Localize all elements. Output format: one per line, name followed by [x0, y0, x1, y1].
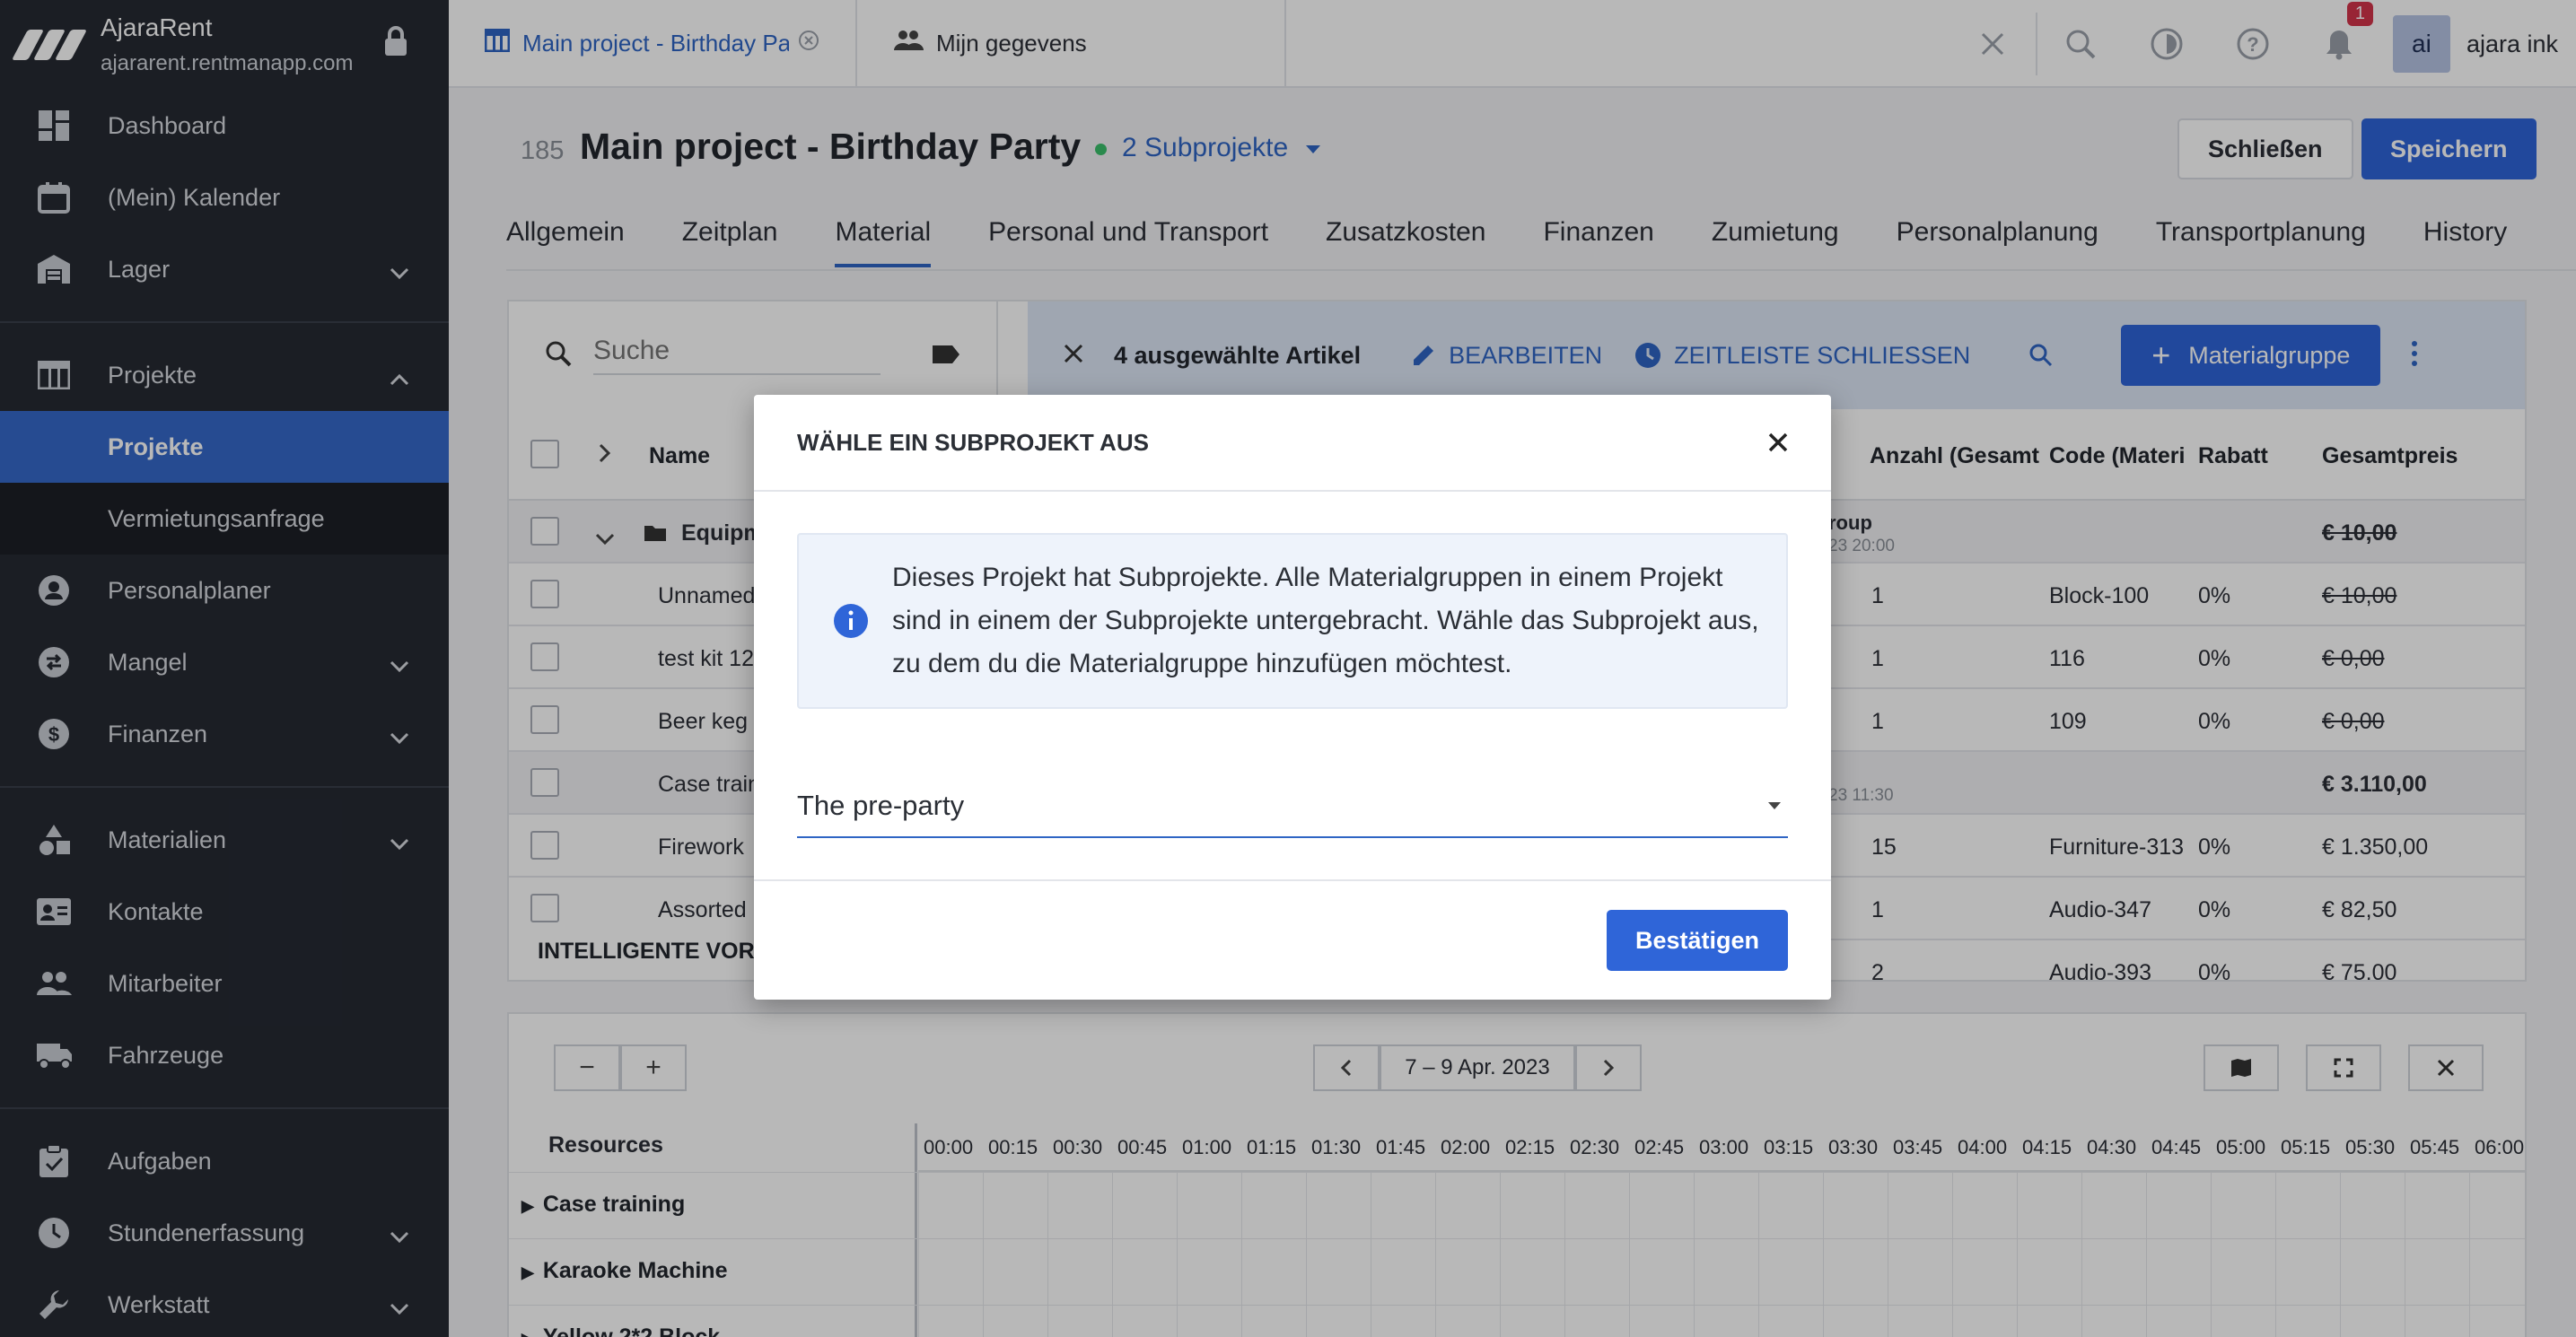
dialog-title: WÄHLE EIN SUBPROJEKT AUS [797, 428, 1149, 456]
selected-subproject: The pre-party [797, 790, 965, 821]
close-icon[interactable] [1761, 425, 1795, 464]
dialog-header: WÄHLE EIN SUBPROJEKT AUS [754, 395, 1831, 492]
dialog-footer: Bestätigen [754, 879, 1831, 1000]
select-subproject-dialog: WÄHLE EIN SUBPROJEKT AUS Dieses Projekt … [754, 395, 1831, 1000]
caret-down-icon [1768, 802, 1781, 809]
confirm-button[interactable]: Bestätigen [1606, 910, 1788, 971]
subproject-select[interactable]: The pre-party [797, 775, 1788, 838]
info-icon [833, 603, 869, 643]
info-text: Dieses Projekt hat Subprojekte. Alle Mat… [892, 563, 1759, 678]
info-message: Dieses Projekt hat Subprojekte. Alle Mat… [797, 533, 1788, 709]
